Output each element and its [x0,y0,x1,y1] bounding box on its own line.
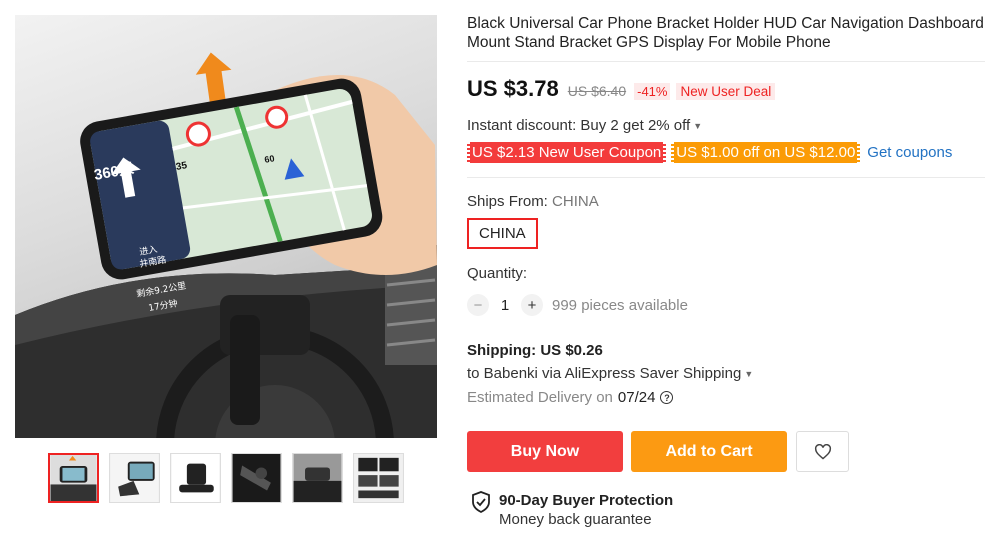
quantity-increase-button[interactable]: + [521,294,543,316]
help-icon[interactable]: ? [660,391,674,404]
quantity-stepper: − 1 + 999 pieces available [467,294,688,316]
ship-from-option-china[interactable]: CHINA [467,218,538,249]
product-photo: 360米 35 60 进入 井南路 剩余9.2公里 17分钟 [15,52,437,438]
discount-badge: -41% [634,83,671,100]
chevron-down-icon: ▼ [693,121,703,132]
ships-from-text: Ships From: [467,193,548,210]
instant-discount-label: Instant discount: Buy 2 get 2% off [467,117,691,134]
estimated-delivery-date: 07/24 [617,389,656,406]
thumbnail-4[interactable] [231,453,282,503]
wishlist-button[interactable] [796,431,849,472]
shipping-method-label: to Babenki via AliExpress Saver Shipping [467,365,742,382]
buyer-protection-title: 90-Day Buyer Protection [499,492,674,509]
thumbnail-strip [48,453,404,503]
ships-from-label: Ships From: CHINA [467,193,599,210]
buyer-protection: 90-Day Buyer Protection Money back guara… [471,491,673,529]
instant-discount[interactable]: Instant discount: Buy 2 get 2% off ▼ [467,117,702,134]
add-to-cart-button[interactable]: Add to Cart [631,431,787,472]
current-price: US $3.78 [467,76,559,101]
quantity-decrease-button[interactable]: − [467,294,489,316]
thumbnail-1[interactable] [48,453,99,503]
quantity-value[interactable]: 1 [489,297,521,314]
get-coupons-link[interactable]: Get coupons [867,144,952,161]
estimated-delivery: Estimated Delivery on 07/24 ? [467,389,674,406]
price-row: US $3.78 US $6.40 -41% New User Deal [467,76,776,102]
divider [467,61,985,62]
shipping-cost: Shipping: US $0.26 [467,342,603,359]
quantity-label: Quantity: [467,265,528,282]
thumbnail-2[interactable] [109,453,160,503]
store-coupon[interactable]: US $1.00 off on US $12.00 [671,142,861,163]
shipping-method[interactable]: to Babenki via AliExpress Saver Shipping… [467,365,753,382]
main-product-image[interactable]: 360米 35 60 进入 井南路 剩余9.2公里 17分钟 [15,15,437,438]
buyer-protection-subtitle: Money back guarantee [499,511,652,528]
buy-now-button[interactable]: Buy Now [467,431,623,472]
speed-limit-label-2: 60 [264,153,276,165]
chevron-down-icon: ▼ [744,369,754,380]
new-user-coupon[interactable]: US $2.13 New User Coupon [467,142,667,163]
divider [467,177,985,178]
pieces-available: 999 pieces available [552,296,688,314]
shield-check-icon [472,491,490,513]
coupon-row: US $2.13 New User Coupon US $1.00 off on… [467,142,952,163]
product-title: Black Universal Car Phone Bracket Holder… [467,15,984,51]
heart-icon [814,443,831,460]
thumbnail-3[interactable] [170,453,221,503]
up-arrow-icon [195,52,232,104]
thumbnail-5[interactable] [292,453,343,503]
thumbnail-6[interactable] [353,453,404,503]
original-price: US $6.40 [567,83,627,99]
estimated-delivery-label: Estimated Delivery on [467,389,613,406]
ships-from-value: CHINA [552,193,599,210]
new-user-deal-badge: New User Deal [676,83,776,100]
